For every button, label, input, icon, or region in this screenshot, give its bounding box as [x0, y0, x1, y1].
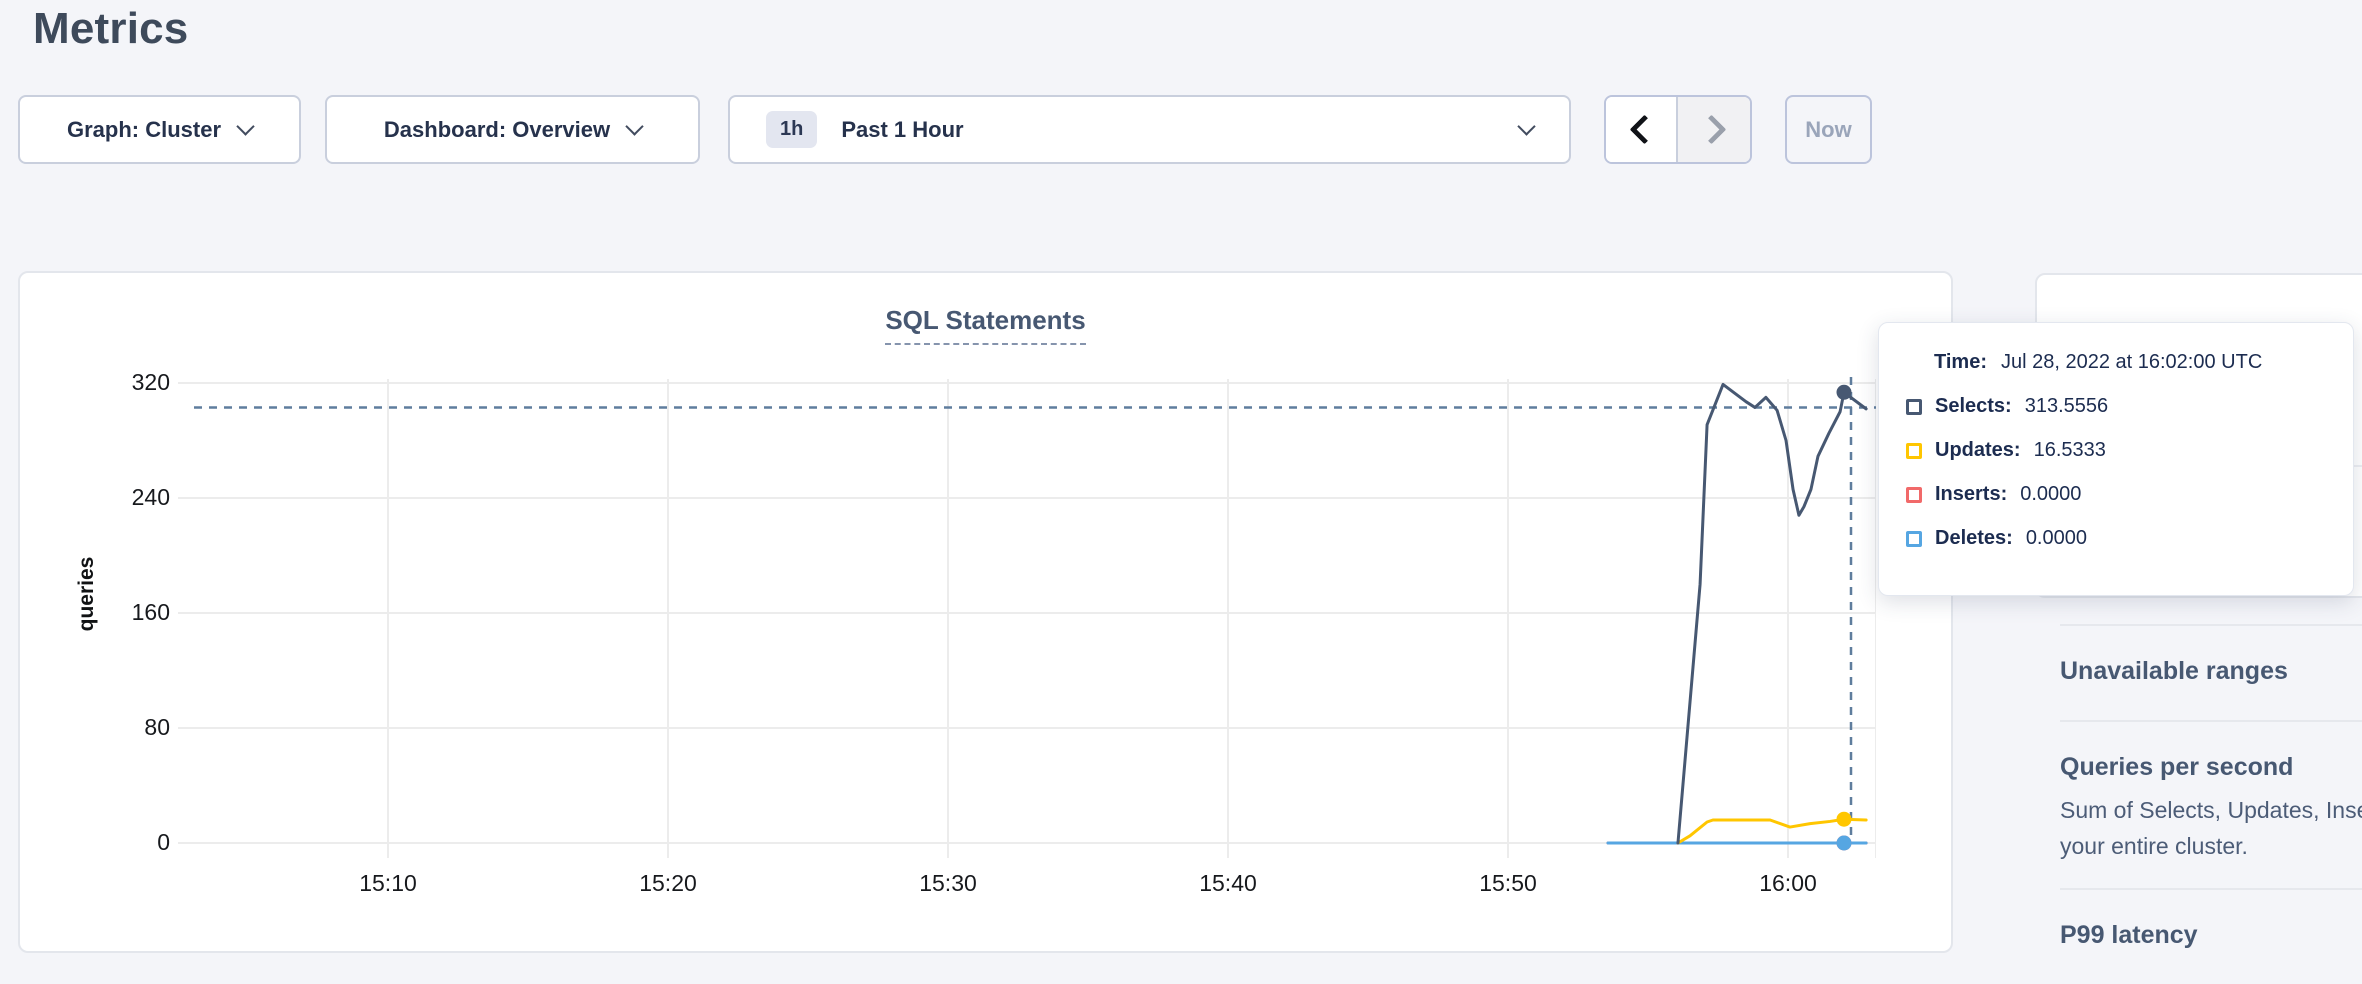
- next-timeframe-button-disabled[interactable]: [1678, 97, 1750, 162]
- tooltip-series-row: Selects: 313.5556: [1906, 395, 2327, 418]
- tooltip-series-row: Updates: 16.5333: [1906, 439, 2327, 462]
- dashboard-label: Dashboard: Overview: [384, 117, 610, 143]
- tooltip-series-value: 0.0000: [2020, 483, 2081, 506]
- updates-swatch-icon: [1906, 443, 1922, 459]
- graph-scope-dropdown[interactable]: Graph: Cluster: [18, 95, 301, 164]
- time-range-badge: 1h: [766, 111, 817, 148]
- summary-section-p99-latency: P99 latency: [2060, 888, 2362, 984]
- x-tick-label: 16:00: [1728, 870, 1848, 897]
- previous-timeframe-button[interactable]: [1606, 97, 1678, 162]
- description-line: Sum of Selects, Updates, Inser: [2060, 792, 2362, 828]
- chevron-down-icon: [625, 117, 643, 135]
- tooltip-series-row: Inserts: 0.0000: [1906, 483, 2327, 506]
- y-tick-label: 240: [80, 484, 170, 511]
- tooltip-time-label: Time:: [1934, 351, 1987, 374]
- dashboard-dropdown[interactable]: Dashboard: Overview: [325, 95, 700, 164]
- tooltip-series-label: Selects:: [1935, 395, 2012, 418]
- deletes-swatch-icon: [1906, 531, 1922, 547]
- summary-section-unavailable-ranges: Unavailable ranges: [2060, 624, 2362, 720]
- chart-hover-tooltip: Time: Jul 28, 2022 at 16:02:00 UTC Selec…: [1878, 322, 2354, 596]
- hover-dot-updates: [1837, 812, 1852, 827]
- y-axis-label: queries: [75, 544, 99, 644]
- summary-section-queries-per-second: Queries per second Sum of Selects, Updat…: [2060, 720, 2362, 888]
- x-tick-label: 15:40: [1168, 870, 1288, 897]
- x-tick-label: 15:10: [328, 870, 448, 897]
- x-tick-label: 15:20: [608, 870, 728, 897]
- page-title: Metrics: [33, 4, 188, 54]
- time-step-control: [1604, 95, 1752, 164]
- time-range-selector[interactable]: 1h Past 1 Hour: [728, 95, 1571, 164]
- chart-title-wrap: SQL Statements: [18, 305, 1953, 345]
- y-tick-label: 0: [80, 829, 170, 856]
- chevron-down-icon: [1517, 117, 1535, 135]
- summary-section-title: Queries per second: [2060, 750, 2362, 784]
- x-tick-label: 15:30: [888, 870, 1008, 897]
- summary-sidebar: Unavailable ranges Queries per second Su…: [2060, 624, 2362, 984]
- tooltip-series-label: Inserts:: [1935, 483, 2007, 506]
- chevron-down-icon: [236, 117, 254, 135]
- tooltip-series-label: Deletes:: [1935, 527, 2013, 550]
- graph-scope-label: Graph: Cluster: [67, 117, 221, 143]
- y-tick-label: 80: [80, 714, 170, 741]
- chevron-left-icon: [1629, 115, 1659, 145]
- chevron-right-icon: [1696, 115, 1726, 145]
- tooltip-series-label: Updates:: [1935, 439, 2021, 462]
- summary-section-title: Unavailable ranges: [2060, 654, 2362, 688]
- y-tick-label: 160: [80, 599, 170, 626]
- y-tick-label: 320: [80, 369, 170, 396]
- tooltip-time-row: Time: Jul 28, 2022 at 16:02:00 UTC: [1934, 351, 2327, 374]
- tooltip-series-value: 0.0000: [2026, 527, 2087, 550]
- sql-statements-chart[interactable]: [178, 350, 1876, 860]
- tooltip-series-value: 16.5333: [2034, 439, 2106, 462]
- summary-section-description: Sum of Selects, Updates, Inser your enti…: [2060, 792, 2362, 864]
- chart-title[interactable]: SQL Statements: [885, 305, 1085, 345]
- description-line: your entire cluster.: [2060, 828, 2362, 864]
- tooltip-series-row: Deletes: 0.0000: [1906, 527, 2327, 550]
- tooltip-time-value: Jul 28, 2022 at 16:02:00 UTC: [2001, 351, 2262, 374]
- summary-section-title: P99 latency: [2060, 918, 2362, 952]
- time-range-label: Past 1 Hour: [841, 117, 1520, 143]
- selects-swatch-icon: [1906, 399, 1922, 415]
- inserts-swatch-icon: [1906, 487, 1922, 503]
- now-button[interactable]: Now: [1785, 95, 1872, 164]
- tooltip-series-value: 313.5556: [2025, 395, 2108, 418]
- hover-dot-selects: [1837, 385, 1852, 400]
- x-tick-label: 15:50: [1448, 870, 1568, 897]
- metrics-page: { "header": { "title": "Metrics" }, "too…: [0, 0, 2362, 966]
- hover-dot-deletes: [1837, 836, 1852, 851]
